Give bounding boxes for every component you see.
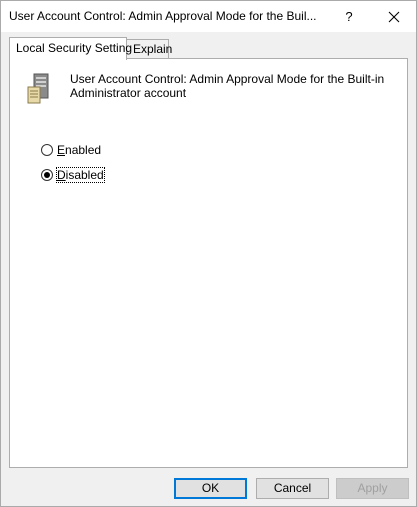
ok-button[interactable]: OK [174, 478, 247, 499]
policy-properties-dialog: User Account Control: Admin Approval Mod… [0, 0, 417, 507]
enabled-option[interactable]: Enabled [41, 143, 101, 157]
window-title: User Account Control: Admin Approval Mod… [9, 9, 317, 23]
help-button[interactable]: ? [331, 1, 367, 32]
tab-panel: User Account Control: Admin Approval Mod… [9, 58, 408, 468]
policy-name-line1: User Account Control: Admin Approval Mod… [70, 72, 385, 86]
enabled-label[interactable]: Enabled [57, 143, 101, 157]
tab-local-security-setting[interactable]: Local Security Setting [9, 37, 132, 60]
disabled-option[interactable]: Disabled [41, 167, 105, 183]
title-bar: User Account Control: Admin Approval Mod… [1, 1, 416, 32]
enabled-mnemonic: E [57, 143, 66, 157]
policy-name-line2: Administrator account [70, 86, 187, 100]
policy-name: User Account Control: Admin Approval Mod… [70, 72, 390, 100]
server-policy-icon [27, 73, 49, 104]
disabled-radio[interactable] [41, 169, 53, 181]
disabled-label[interactable]: Disabled [56, 167, 105, 183]
disabled-label-rest: isabled [65, 168, 104, 182]
enabled-radio[interactable] [41, 144, 53, 156]
close-icon [388, 11, 399, 22]
tab-explain[interactable]: Explain [126, 39, 172, 59]
enabled-label-rest: nabled [65, 143, 102, 157]
apply-button[interactable]: Apply [336, 478, 409, 499]
close-button[interactable] [371, 1, 416, 32]
cancel-button[interactable]: Cancel [256, 478, 329, 499]
disabled-mnemonic: D [57, 168, 66, 182]
